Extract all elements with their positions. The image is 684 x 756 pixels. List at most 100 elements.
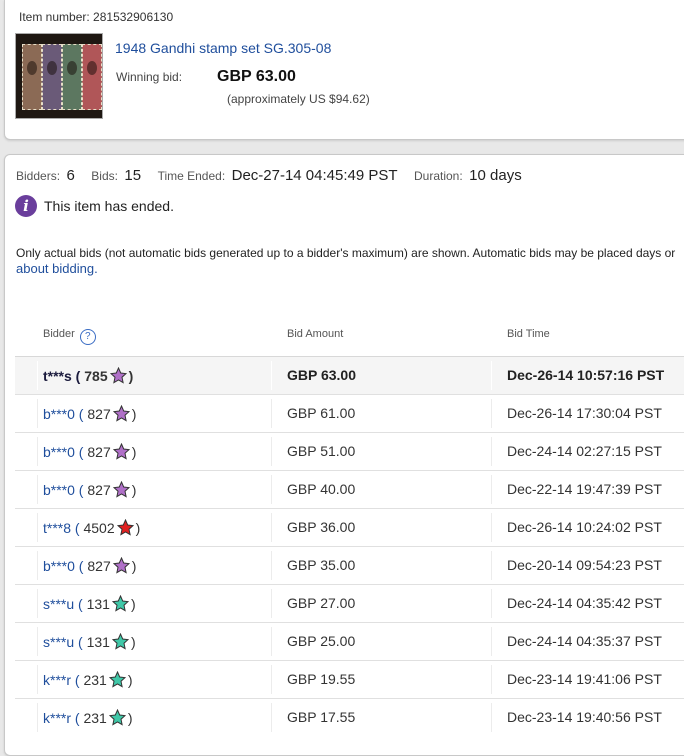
feedback-score[interactable]: 231	[83, 710, 106, 726]
bid-time-cell: Dec-26-14 10:57:16 PST	[507, 367, 665, 383]
column-divider	[271, 551, 272, 580]
bidder-name[interactable]: b***0	[43, 406, 75, 422]
column-divider	[491, 551, 492, 580]
bidder-name[interactable]: k***r	[43, 710, 71, 726]
bid-time-cell: Dec-26-14 10:24:02 PST	[507, 519, 662, 535]
bid-amount-cell: GBP 17.55	[287, 709, 356, 725]
column-divider	[271, 589, 272, 618]
column-divider	[491, 437, 492, 466]
bidder-cell[interactable]: t***8 ( 4502)	[43, 519, 140, 536]
table-row: k***r ( 231) GBP 19.55 Dec-23-14 19:41:06 …	[15, 660, 684, 698]
bid-amount-cell: GBP 25.00	[287, 633, 356, 649]
column-divider	[271, 437, 272, 466]
item-ended-text: This item has ended.	[44, 198, 174, 214]
stamp-image	[22, 44, 42, 110]
bid-amount-cell: GBP 61.00	[287, 405, 356, 421]
bids-count: 15	[124, 167, 142, 184]
bidder-name[interactable]: t***s	[43, 368, 72, 384]
column-divider	[37, 627, 38, 656]
stamp-image	[62, 44, 82, 110]
feedback-score[interactable]: 827	[87, 482, 110, 498]
column-divider	[491, 399, 492, 428]
bidder-cell[interactable]: s***u ( 131)	[43, 595, 136, 612]
column-divider	[37, 399, 38, 428]
table-row: b***0 ( 827) GBP 61.00 Dec-26-14 17:30:04 …	[15, 394, 684, 432]
time-ended-value: Dec-27-14 04:45:49 PST	[231, 167, 398, 184]
bid-notice: Only actual bids (not automatic bids gen…	[16, 246, 676, 276]
column-divider	[271, 513, 272, 542]
bidder-cell[interactable]: b***0 ( 827)	[43, 443, 136, 460]
feedback-star-icon[interactable]	[111, 633, 129, 650]
table-row: t***8 ( 4502) GBP 36.00 Dec-26-14 10:24:02…	[15, 508, 684, 546]
feedback-score[interactable]: 231	[83, 672, 106, 688]
table-row: s***u ( 131) GBP 27.00 Dec-24-14 04:35:42 …	[15, 584, 684, 622]
about-bidding-link[interactable]: about bidding.	[16, 261, 98, 276]
feedback-star-icon[interactable]	[108, 709, 126, 726]
feedback-star-icon[interactable]	[111, 595, 129, 612]
bidder-cell[interactable]: k***r ( 231)	[43, 709, 133, 726]
bidder-name[interactable]: b***0	[43, 482, 75, 498]
bid-time-cell: Dec-24-14 04:35:37 PST	[507, 633, 662, 649]
bidder-cell[interactable]: t***s ( 785)	[43, 367, 133, 384]
column-divider	[271, 475, 272, 504]
bidder-cell[interactable]: s***u ( 131)	[43, 633, 136, 650]
bidder-cell[interactable]: b***0 ( 827)	[43, 481, 136, 498]
bid-time-cell: Dec-24-14 04:35:42 PST	[507, 595, 662, 611]
bid-amount-cell: GBP 51.00	[287, 443, 356, 459]
table-row: s***u ( 131) GBP 25.00 Dec-24-14 04:35:37 …	[15, 622, 684, 660]
feedback-star-icon[interactable]	[108, 671, 126, 688]
column-divider	[491, 665, 492, 694]
bid-amount-cell: GBP 36.00	[287, 519, 356, 535]
feedback-star-icon[interactable]	[112, 443, 130, 460]
column-divider	[491, 361, 492, 390]
feedback-score[interactable]: 4502	[83, 520, 114, 536]
feedback-score[interactable]: 827	[87, 558, 110, 574]
table-row: b***0 ( 827) GBP 40.00 Dec-22-14 19:47:39 …	[15, 470, 684, 508]
table-row: k***r ( 231) GBP 17.55 Dec-23-14 19:40:56 …	[15, 698, 684, 736]
duration-value: 10 days	[469, 167, 522, 184]
column-divider	[491, 513, 492, 542]
bids-label: Bids:	[91, 169, 118, 183]
bidder-name[interactable]: b***0	[43, 558, 75, 574]
column-divider	[37, 513, 38, 542]
feedback-star-icon[interactable]	[112, 481, 130, 498]
bid-amount-cell: GBP 27.00	[287, 595, 356, 611]
table-row: t***s ( 785) GBP 63.00 Dec-26-14 10:57:16 …	[15, 356, 684, 394]
bidder-cell[interactable]: b***0 ( 827)	[43, 557, 136, 574]
item-thumbnail[interactable]	[15, 33, 103, 119]
table-row: b***0 ( 827) GBP 35.00 Dec-20-14 09:54:23 …	[15, 546, 684, 584]
bidder-name[interactable]: t***8	[43, 520, 71, 536]
feedback-star-icon[interactable]	[109, 367, 127, 384]
feedback-score[interactable]: 131	[87, 634, 110, 650]
bidder-name[interactable]: b***0	[43, 444, 75, 460]
column-divider	[37, 551, 38, 580]
column-divider	[37, 665, 38, 694]
bidder-name[interactable]: s***u	[43, 596, 74, 612]
column-divider	[491, 589, 492, 618]
item-ended-status: i This item has ended.	[15, 195, 174, 217]
column-divider	[37, 703, 38, 732]
feedback-score[interactable]: 827	[87, 406, 110, 422]
bidder-cell[interactable]: k***r ( 231)	[43, 671, 133, 688]
question-icon[interactable]: ?	[79, 329, 96, 345]
bid-time-cell: Dec-24-14 02:27:15 PST	[507, 443, 662, 459]
bidder-name[interactable]: s***u	[43, 634, 74, 650]
feedback-score[interactable]: 131	[87, 596, 110, 612]
bid-time-cell: Dec-22-14 19:47:39 PST	[507, 481, 662, 497]
info-icon: i	[15, 195, 37, 217]
column-header-bidder: Bidder?	[43, 328, 96, 345]
column-divider	[37, 437, 38, 466]
feedback-score[interactable]: 827	[87, 444, 110, 460]
feedback-score[interactable]: 785	[84, 368, 107, 384]
bidder-cell[interactable]: b***0 ( 827)	[43, 405, 136, 422]
item-summary-panel: Item number: 281532906130 1948 Gandhi st…	[4, 0, 684, 140]
bidder-name[interactable]: k***r	[43, 672, 71, 688]
duration-label: Duration:	[414, 169, 463, 183]
feedback-star-icon[interactable]	[112, 405, 130, 422]
stamp-image	[42, 44, 62, 110]
bid-history-panel: Bidders: 6 Bids: 15 Time Ended: Dec-27-1…	[4, 154, 684, 756]
item-title-link[interactable]: 1948 Gandhi stamp set SG.305-08	[115, 40, 331, 56]
time-ended-label: Time Ended:	[157, 169, 226, 183]
feedback-star-icon[interactable]	[116, 519, 134, 536]
feedback-star-icon[interactable]	[112, 557, 130, 574]
